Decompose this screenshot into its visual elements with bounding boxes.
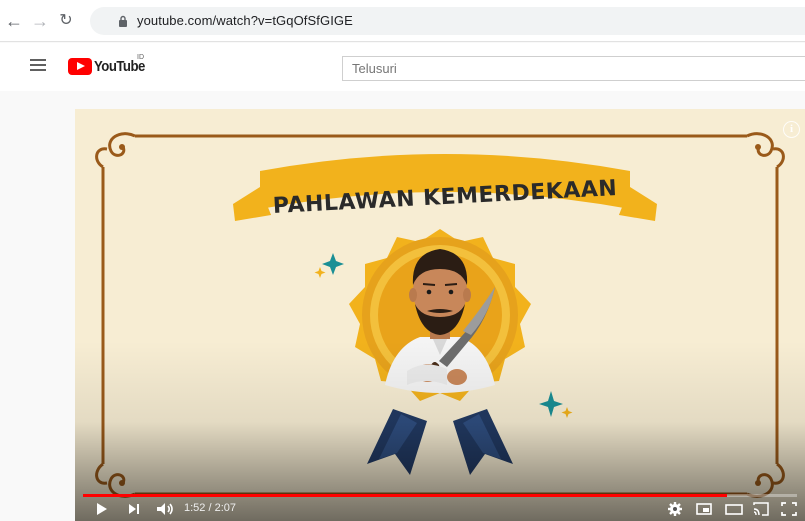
search-input[interactable]: [343, 57, 805, 80]
next-icon[interactable]: [127, 500, 141, 518]
lock-icon: [119, 15, 127, 27]
hamburger-menu-icon[interactable]: [30, 59, 46, 71]
youtube-header: YouTube ID: [0, 43, 805, 91]
medal-ribbons: [367, 409, 513, 475]
duration: 2:07: [214, 502, 237, 514]
current-time: 1:52: [184, 502, 206, 514]
search-box[interactable]: [342, 56, 805, 81]
forward-arrow-icon[interactable]: →: [30, 11, 50, 31]
youtube-logo[interactable]: YouTube ID: [68, 54, 152, 75]
address-bar[interactable]: youtube.com/watch?v=tGqOfSfGIGE: [90, 7, 805, 35]
player-controls: 1:52 / 2:07: [75, 497, 805, 521]
browser-toolbar: ← → ↻ youtube.com/watch?v=tGqOfSfGIGE: [0, 0, 805, 42]
settings-icon[interactable]: [667, 500, 683, 518]
time-display: 1:52 / 2:07: [184, 502, 236, 514]
video-player[interactable]: PAHLAWAN KEMERDEKAAN i 1:52 / 2:07: [75, 109, 805, 521]
info-icon[interactable]: i: [783, 121, 800, 138]
theater-mode-icon[interactable]: [724, 500, 744, 518]
back-arrow-icon[interactable]: ←: [4, 11, 24, 31]
miniplayer-icon[interactable]: [695, 500, 713, 518]
region-code: ID: [137, 54, 144, 61]
reload-icon[interactable]: ↻: [56, 11, 76, 31]
cast-icon[interactable]: [752, 500, 770, 518]
url-text: youtube.com/watch?v=tGqOfSfGIGE: [137, 13, 353, 28]
fullscreen-icon[interactable]: [780, 500, 798, 518]
volume-icon[interactable]: [155, 500, 175, 518]
video-frame: PAHLAWAN KEMERDEKAAN: [95, 132, 785, 498]
play-icon[interactable]: [95, 500, 109, 518]
time-separator: /: [205, 502, 215, 514]
youtube-play-logo-icon: [68, 57, 92, 75]
